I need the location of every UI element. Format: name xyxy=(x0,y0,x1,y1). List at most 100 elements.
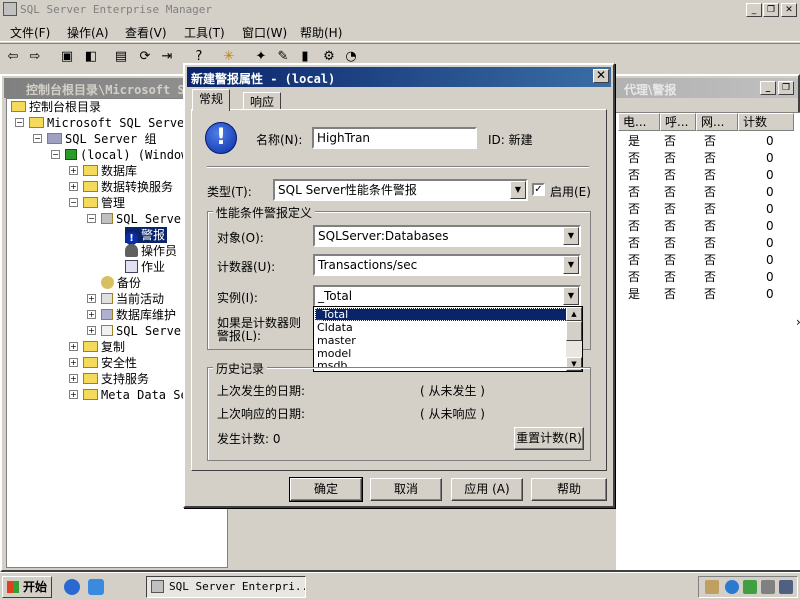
forward-arrow-icon[interactable]: ⇨ xyxy=(26,48,44,66)
dialog-close-button[interactable]: ✕ xyxy=(593,69,609,83)
refresh-icon[interactable]: ⟳ xyxy=(136,48,154,66)
help-button[interactable]: 帮助 xyxy=(531,478,607,501)
export-icon[interactable]: ⇥ xyxy=(158,48,176,66)
minimize-button[interactable]: _ xyxy=(746,3,762,17)
properties-icon[interactable]: ▤ xyxy=(112,48,130,66)
tree-expander[interactable]: + xyxy=(69,374,78,383)
type-select[interactable]: SQL Server性能条件警报 ▼ xyxy=(273,179,528,201)
ie-icon[interactable] xyxy=(64,579,80,595)
chevron-down-icon[interactable]: ▼ xyxy=(510,181,526,199)
up-folder-icon[interactable]: ▣ xyxy=(58,48,76,66)
tree-backup[interactable]: 备份 xyxy=(101,275,141,291)
tree-expander[interactable]: + xyxy=(87,310,96,319)
menu-view[interactable]: 查看(V) xyxy=(125,24,167,41)
menu-file[interactable]: 文件(F) xyxy=(10,24,50,41)
tree-expander[interactable]: + xyxy=(87,294,96,303)
list-cell: 否 xyxy=(664,134,677,148)
tree-sql-agent[interactable]: SQL Server xyxy=(101,211,188,227)
instance-select[interactable]: _Total ▼ xyxy=(313,285,581,307)
tree-expander[interactable]: + xyxy=(69,342,78,351)
list-cell: 否 xyxy=(704,151,717,165)
tree-sql-servers[interactable]: Microsoft SQL Servers xyxy=(29,115,199,131)
close-button[interactable]: ✕ xyxy=(781,3,797,17)
list-cell: 否 xyxy=(628,236,641,250)
menu-action[interactable]: 操作(A) xyxy=(67,24,109,41)
name-input[interactable]: HighTran xyxy=(312,127,477,149)
menu-window[interactable]: 窗口(W) xyxy=(242,24,287,41)
explorer-icon[interactable] xyxy=(88,579,104,595)
cancel-button[interactable]: 取消 xyxy=(370,478,442,501)
tree-databases[interactable]: 数据库 xyxy=(83,163,137,179)
instance-option[interactable]: CIdata xyxy=(315,321,567,334)
instance-option[interactable]: _Total xyxy=(315,308,567,321)
tree-jobs[interactable]: 作业 xyxy=(125,259,165,275)
reset-count-button[interactable]: 重置计数(R) xyxy=(514,427,584,450)
start-button[interactable]: 开始 xyxy=(2,576,52,598)
tree-expander[interactable]: − xyxy=(87,214,96,223)
tree-expander[interactable]: − xyxy=(15,118,24,127)
back-arrow-icon[interactable]: ⇦ xyxy=(4,48,22,66)
chevron-down-icon[interactable]: ▼ xyxy=(563,227,579,245)
dropdown-scrollbar[interactable]: ▲ ▼ xyxy=(566,307,582,371)
tree-expander[interactable]: − xyxy=(51,150,60,159)
task-enterprise-manager[interactable]: SQL Server Enterpri... xyxy=(146,576,306,598)
counter-select[interactable]: Transactions/sec ▼ xyxy=(313,254,581,276)
tab-response[interactable]: 响应 xyxy=(243,92,282,110)
tree-server-group[interactable]: SQL Server 组 xyxy=(47,131,156,147)
tree-security[interactable]: 安全性 xyxy=(83,355,137,371)
tray-sql-icon[interactable] xyxy=(743,580,757,594)
scroll-up-icon[interactable]: ▲ xyxy=(566,307,582,321)
tree-activity[interactable]: 当前活动 xyxy=(101,291,164,307)
tree-maintenance[interactable]: 数据库维护 xyxy=(101,307,176,323)
backup-icon xyxy=(101,276,114,289)
tree-support[interactable]: 支持服务 xyxy=(83,371,149,387)
tray-monitor-icon[interactable] xyxy=(761,580,775,594)
menu-help[interactable]: 帮助(H) xyxy=(300,24,342,41)
list-cell: 0 xyxy=(766,270,774,284)
tree-meta-data[interactable]: Meta Data Ser xyxy=(83,387,195,403)
tree-expander[interactable]: − xyxy=(69,198,78,207)
tree-expander[interactable]: + xyxy=(69,166,78,175)
object-select[interactable]: SQLServer:Databases ▼ xyxy=(313,225,581,247)
tray-app-icon[interactable] xyxy=(705,580,719,594)
tree-expander[interactable]: − xyxy=(33,134,42,143)
type-label: 类型(T): xyxy=(207,185,252,199)
list-cell: 否 xyxy=(664,185,677,199)
tree-replication[interactable]: 复制 xyxy=(83,339,125,355)
tree-root[interactable]: 控制台根目录 xyxy=(11,99,101,115)
instance-option[interactable]: master xyxy=(315,334,567,347)
scroll-thumb[interactable] xyxy=(566,321,582,341)
tray-display-icon[interactable] xyxy=(779,580,793,594)
list-cell: 否 xyxy=(628,185,641,199)
child-minimize-button[interactable]: _ xyxy=(760,81,776,95)
show-tree-icon[interactable]: ◧ xyxy=(82,48,100,66)
tree-expander[interactable]: + xyxy=(69,390,78,399)
tree-alerts[interactable]: ! 警报 xyxy=(125,227,168,245)
tree-sql-logs[interactable]: SQL Server xyxy=(101,323,188,339)
enabled-label: 启用(E) xyxy=(550,185,591,199)
column-header[interactable]: 呼... xyxy=(660,113,696,131)
tree-management[interactable]: 管理 xyxy=(83,195,125,211)
restore-button[interactable]: ❐ xyxy=(763,3,779,17)
apply-button[interactable]: 应用 (A) xyxy=(451,478,523,501)
enabled-checkbox[interactable]: ✓ xyxy=(532,183,545,196)
folder-icon xyxy=(83,357,98,368)
perf-condition-group-title: 性能条件警报定义 xyxy=(213,204,316,221)
tray-network-icon[interactable] xyxy=(725,580,739,594)
column-header[interactable]: 计数 xyxy=(738,113,794,131)
ok-button[interactable]: 确定 xyxy=(289,477,363,502)
tree-expander[interactable]: + xyxy=(87,326,96,335)
column-header[interactable]: 电... xyxy=(618,113,660,131)
tree-local-server[interactable]: (local) (Windows xyxy=(65,147,196,163)
tree-dts[interactable]: 数据转换服务 xyxy=(83,179,173,195)
column-header[interactable]: 网... xyxy=(696,113,738,131)
menu-tools[interactable]: 工具(T) xyxy=(184,24,225,41)
tree-expander[interactable]: + xyxy=(69,358,78,367)
tab-general[interactable]: 常规 xyxy=(192,89,231,111)
tree-operators[interactable]: 操作员 xyxy=(125,243,177,259)
tree-expander[interactable]: + xyxy=(69,182,78,191)
chevron-down-icon[interactable]: ▼ xyxy=(563,287,579,305)
chevron-down-icon[interactable]: ▼ xyxy=(563,256,579,274)
child-restore-button[interactable]: ❐ xyxy=(778,81,794,95)
list-cell: 否 xyxy=(628,219,641,233)
